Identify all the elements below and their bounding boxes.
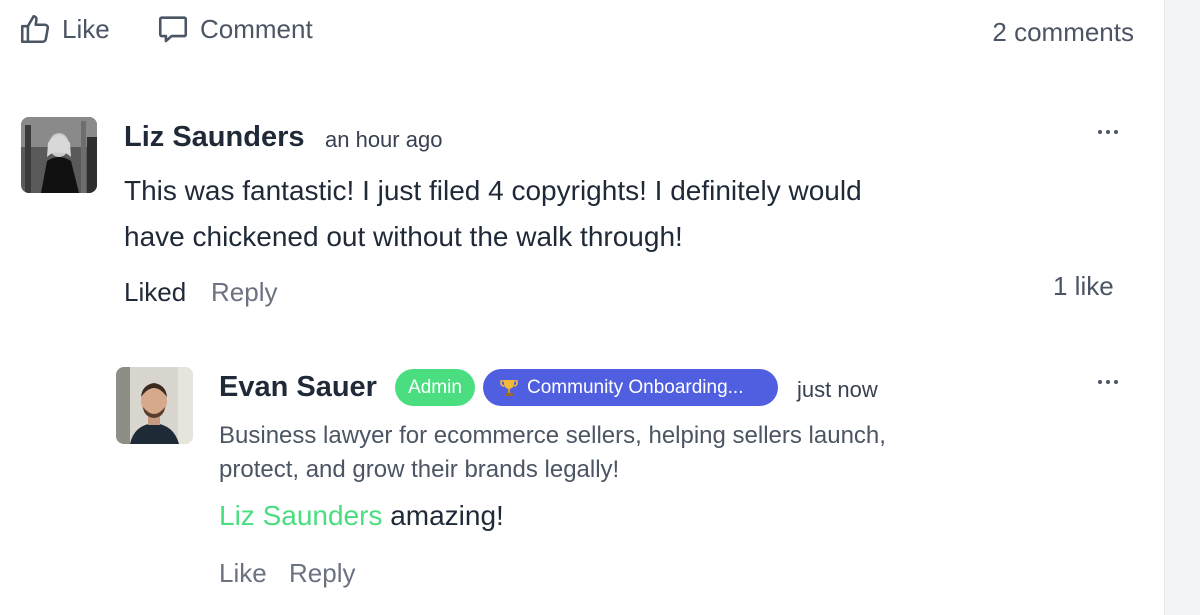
comment-timestamp: an hour ago — [325, 127, 443, 152]
speech-bubble-icon — [158, 16, 188, 43]
trophy-icon — [500, 379, 518, 396]
comments-section: Like Comment 2 comments Liz Saunders an … — [0, 0, 1164, 615]
comment-body-line: This was fantastic! I just filed 4 copyr… — [124, 175, 862, 206]
comment-body-line: have chickened out without the walk thro… — [124, 221, 683, 252]
more-dots-icon — [1098, 130, 1102, 134]
comment-body: This was fantastic! I just filed 4 copyr… — [124, 168, 862, 260]
avatar[interactable] — [21, 117, 97, 193]
comment-post-button[interactable]: Comment — [156, 12, 313, 46]
comment-options-button[interactable] — [1094, 375, 1122, 389]
comment-author[interactable]: Liz Saunders — [124, 121, 305, 154]
headline-line: protect, and grow their brands legally! — [219, 456, 620, 483]
like-post-button[interactable]: Like — [18, 12, 110, 46]
more-dots-icon — [1098, 380, 1102, 384]
avatar[interactable] — [116, 367, 193, 444]
comment-options-button[interactable] — [1094, 125, 1122, 139]
admin-badge-label: Admin — [408, 376, 462, 398]
comment-body: Liz Saunders amazing! — [219, 500, 504, 532]
comment-author[interactable]: Evan Sauer — [219, 371, 377, 404]
liked-button[interactable]: Liked — [124, 277, 186, 308]
sidebar-edge — [1164, 0, 1200, 615]
headline-line: Business lawyer for ecommerce sellers, h… — [219, 422, 886, 449]
admin-badge: Admin — [395, 369, 475, 406]
reply-button[interactable]: Reply — [289, 558, 355, 589]
comment-label: Comment — [200, 13, 313, 44]
comments-count-link[interactable]: 2 comments — [992, 17, 1134, 48]
comment-timestamp: just now — [797, 377, 878, 402]
community-badge-label: Community Onboarding... — [527, 376, 744, 398]
thumbs-up-icon — [20, 14, 50, 44]
mention-link[interactable]: Liz Saunders — [219, 500, 382, 531]
reply-button[interactable]: Reply — [211, 277, 277, 308]
like-label: Like — [62, 13, 110, 44]
community-onboarding-badge[interactable]: Community Onboarding... — [483, 369, 778, 406]
author-headline: Business lawyer for ecommerce sellers, h… — [219, 419, 1019, 487]
comment-body-text: amazing! — [382, 500, 504, 531]
likes-count[interactable]: 1 like — [1053, 271, 1114, 302]
like-comment-button[interactable]: Like — [219, 558, 267, 589]
post-action-bar: Like Comment 2 comments — [18, 12, 1134, 52]
